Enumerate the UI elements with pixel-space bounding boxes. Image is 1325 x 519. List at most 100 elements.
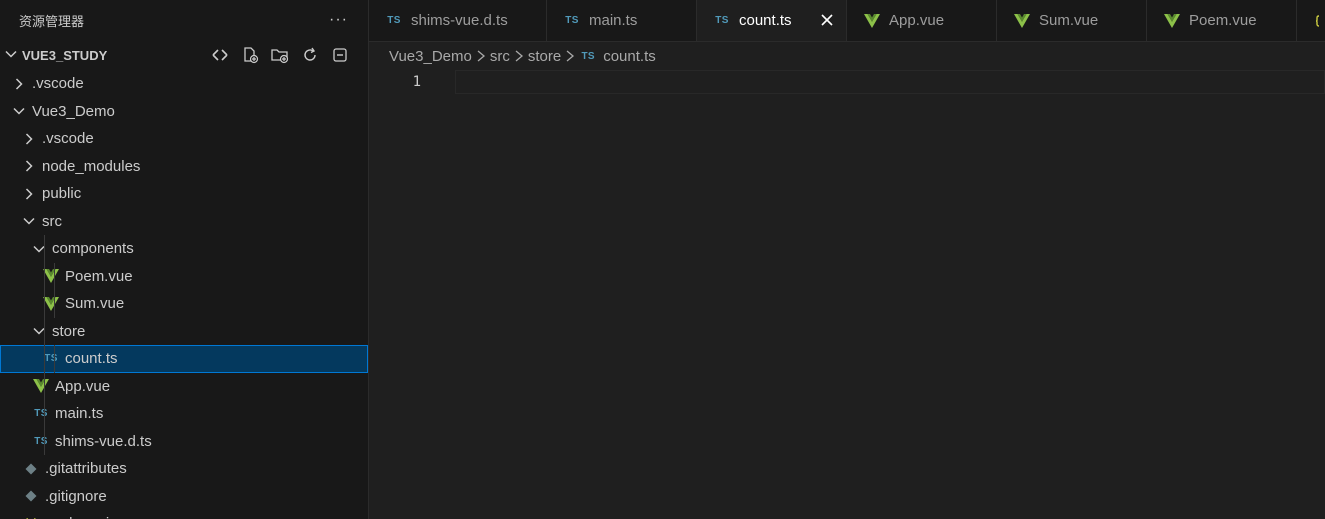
tab-label: App.vue xyxy=(889,12,945,29)
section-actions xyxy=(210,45,350,65)
new-folder-icon[interactable] xyxy=(270,45,290,65)
indent-guide xyxy=(44,290,45,318)
tree-file[interactable]: TS count.ts xyxy=(0,345,368,373)
open-changes-icon[interactable] xyxy=(210,45,230,65)
tree-item-label: Poem.vue xyxy=(65,267,133,285)
tree-folder[interactable]: src xyxy=(0,208,368,236)
tree-folder[interactable]: public xyxy=(0,180,368,208)
vue-file-icon xyxy=(1163,13,1181,28)
breadcrumb-item[interactable]: Vue3_Demo xyxy=(389,48,472,65)
chevron-right-icon xyxy=(22,187,36,201)
vue-file-icon xyxy=(1013,13,1031,28)
tree-item-label: shims-vue.d.ts xyxy=(55,432,152,450)
new-file-icon[interactable] xyxy=(240,45,260,65)
chevron-right-icon xyxy=(22,132,36,146)
tree-folder[interactable]: .vscode xyxy=(0,70,368,98)
breadcrumb: Vue3_Demo src store TS count.ts xyxy=(369,42,1325,70)
tree-item-label: Sum.vue xyxy=(65,295,125,313)
tree-folder[interactable]: node_modules xyxy=(0,153,368,181)
vue-file-icon xyxy=(863,13,881,28)
tree-item-label: package.json xyxy=(45,515,133,519)
ts-badge: TS xyxy=(34,435,48,447)
tree-file[interactable]: TS main.ts xyxy=(0,400,368,428)
explorer-header: 资源管理器 ··· xyxy=(0,0,368,40)
typescript-file-icon: TS xyxy=(713,15,731,26)
tree-file[interactable]: .gitattributes xyxy=(0,455,368,483)
indent-guide xyxy=(44,427,45,455)
tree-folder[interactable]: components xyxy=(0,235,368,263)
more-actions-icon[interactable]: ··· xyxy=(329,11,348,29)
editor-tab[interactable]: TS count.ts xyxy=(697,0,847,41)
ts-badge: TS xyxy=(34,408,48,420)
editor-tab[interactable]: Poem.vue xyxy=(1147,0,1297,41)
breadcrumb-item[interactable]: count.ts xyxy=(603,48,656,65)
tree-file[interactable]: TS shims-vue.d.ts xyxy=(0,427,368,455)
tree-folder[interactable]: store xyxy=(0,317,368,345)
editor-tabs: TS shims-vue.d.ts TS main.ts TS count.ts App.v… xyxy=(369,0,1325,42)
typescript-file-icon: TS xyxy=(563,15,581,26)
workspace-section-header[interactable]: VUE3_STUDY xyxy=(0,40,368,70)
workspace-title: VUE3_STUDY xyxy=(22,47,108,63)
tree-item-label: main.ts xyxy=(55,405,104,423)
breadcrumb-item[interactable]: src xyxy=(490,48,510,65)
indent-guide xyxy=(54,345,55,373)
tree-item-label: .vscode xyxy=(42,130,94,148)
editor-tab[interactable]: TS main.ts xyxy=(547,0,697,41)
ts-badge: TS xyxy=(565,15,579,26)
collapse-all-icon[interactable] xyxy=(330,45,350,65)
tree-item-label: src xyxy=(42,212,62,230)
ts-badge: TS xyxy=(581,50,595,62)
tree-item-label: .gitignore xyxy=(45,487,107,505)
tree-file[interactable]: App.vue xyxy=(0,372,368,400)
tree-file[interactable]: package.json xyxy=(0,510,368,519)
typescript-file-icon: TS xyxy=(32,436,50,447)
breadcrumb-item[interactable]: store xyxy=(528,48,561,65)
tab-label: shims-vue.d.ts xyxy=(411,12,508,29)
tree-item-label: store xyxy=(52,322,86,340)
explorer-sidebar: 资源管理器 ··· VUE3_STUDY .vscode Vue3_Demo .v xyxy=(0,0,369,519)
tree-file[interactable]: Sum.vue xyxy=(0,290,368,318)
line-number: 1 xyxy=(412,74,421,90)
tree-item-label: App.vue xyxy=(55,377,111,395)
typescript-file-icon: TS xyxy=(32,408,50,419)
indent-guide xyxy=(44,235,45,263)
current-line-highlight[interactable] xyxy=(455,70,1325,94)
indent-guide xyxy=(44,317,45,345)
tab-label: main.ts xyxy=(589,12,638,29)
indent-guide xyxy=(44,262,45,290)
typescript-file-icon: TS xyxy=(579,51,597,62)
editor-tab[interactable]: App.vue xyxy=(847,0,997,41)
code-line[interactable]: 1 xyxy=(369,70,1325,94)
chevron-right-icon xyxy=(12,77,26,91)
ts-badge: TS xyxy=(387,15,401,26)
tree-folder[interactable]: .vscode xyxy=(0,125,368,153)
indent-guide xyxy=(54,262,55,290)
tab-label: count.ts xyxy=(739,12,792,29)
editor-area: TS shims-vue.d.ts TS main.ts TS count.ts App.v… xyxy=(369,0,1325,519)
tree-item-label: count.ts xyxy=(65,350,118,368)
tree-item-label: Vue3_Demo xyxy=(32,102,115,120)
tree-item-label: .vscode xyxy=(32,75,84,93)
editor-tab[interactable]: Sum.vue xyxy=(997,0,1147,41)
indent-guide xyxy=(44,345,45,373)
editor-tab[interactable]: TS shims-vue.d.ts xyxy=(369,0,547,41)
ts-badge: TS xyxy=(44,353,58,365)
git-file-icon xyxy=(22,490,40,502)
breadcrumb-separator-icon xyxy=(565,49,575,63)
explorer-title: 资源管理器 xyxy=(19,13,85,29)
editor-tab[interactable] xyxy=(1297,0,1325,41)
tree-item-label: node_modules xyxy=(42,157,141,175)
tree-file[interactable]: .gitignore xyxy=(0,483,368,511)
typescript-file-icon: TS xyxy=(385,15,403,26)
json-file-icon xyxy=(1313,14,1325,27)
git-file-icon xyxy=(22,463,40,475)
chevron-down-icon xyxy=(22,214,36,228)
tree-file[interactable]: Poem.vue xyxy=(0,262,368,290)
refresh-icon[interactable] xyxy=(300,45,320,65)
tree-item-label: .gitattributes xyxy=(45,460,127,478)
chevron-down-icon xyxy=(4,47,18,64)
close-tab-icon[interactable] xyxy=(820,12,834,30)
vue-file-icon xyxy=(32,379,50,394)
ts-badge: TS xyxy=(715,15,729,26)
tree-folder[interactable]: Vue3_Demo xyxy=(0,98,368,126)
